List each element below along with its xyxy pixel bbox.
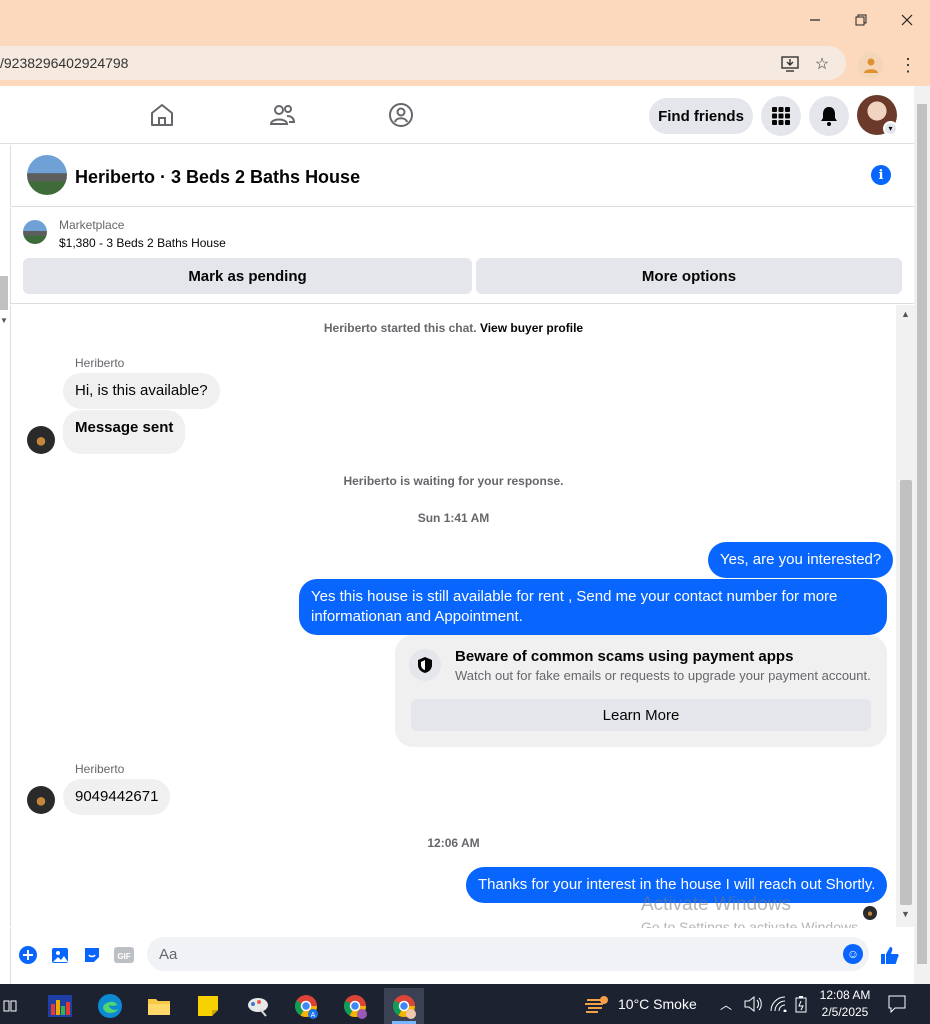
incoming-message[interactable]: Message sent xyxy=(63,410,186,454)
notification-center-icon[interactable] xyxy=(888,984,906,1024)
learn-more-button[interactable]: Learn More xyxy=(411,699,871,731)
message-input-container[interactable]: ☺ xyxy=(147,937,869,971)
scroll-down-arrow-icon[interactable]: ▼ xyxy=(901,909,910,919)
home-icon[interactable] xyxy=(147,100,177,130)
messages-scrollbar-thumb[interactable] xyxy=(900,480,912,905)
scam-warning-title: Beware of common scams using payment app… xyxy=(455,648,794,665)
chevron-down-icon[interactable]: ▾ xyxy=(883,121,898,136)
bell-icon xyxy=(821,107,837,126)
url-text[interactable]: /9238296402924798 xyxy=(0,55,128,71)
scam-warning-card: Beware of common scams using payment app… xyxy=(395,635,887,747)
waiting-notice: Heriberto is waiting for your response. xyxy=(343,474,564,488)
restore-button[interactable] xyxy=(838,0,884,40)
facebook-header: Find friends ▾ xyxy=(0,86,914,144)
more-options-button[interactable]: More options xyxy=(476,258,902,294)
emoji-icon[interactable]: ☺ xyxy=(843,944,863,964)
plus-icon[interactable] xyxy=(17,944,39,966)
page-scrollbar-thumb[interactable] xyxy=(917,104,927,964)
left-scrollbar-thumb[interactable] xyxy=(0,276,8,310)
listing-avatar[interactable] xyxy=(27,155,67,195)
thumbs-up-icon[interactable] xyxy=(879,944,901,966)
show-hidden-icons[interactable]: ︿ xyxy=(720,984,732,1024)
close-window-button[interactable] xyxy=(884,0,930,40)
system-clock[interactable]: 12:08 AM 2/5/2025 xyxy=(812,987,878,1021)
clock-date: 2/5/2025 xyxy=(821,1005,869,1019)
network-icon[interactable] xyxy=(770,984,788,1024)
menu-grid-button[interactable] xyxy=(761,96,801,136)
info-icon[interactable]: i xyxy=(871,165,891,185)
windows-taskbar: A 10°C Smoke ︿ 12:08 AM 2/5/2025 xyxy=(0,984,930,1024)
sticky-notes-icon[interactable] xyxy=(188,988,228,1024)
outgoing-message[interactable]: Yes this house is still available for re… xyxy=(299,579,887,635)
mark-as-pending-button[interactable]: Mark as pending xyxy=(23,258,472,294)
left-scrollbar[interactable]: ▼ xyxy=(0,260,10,330)
app-grid-icon[interactable] xyxy=(40,988,80,1024)
find-friends-button[interactable]: Find friends xyxy=(649,98,753,134)
snipping-tool-icon[interactable] xyxy=(238,988,278,1024)
photo-icon[interactable] xyxy=(49,944,71,966)
browser-profile-icon[interactable] xyxy=(858,52,884,78)
svg-text:A: A xyxy=(311,1012,316,1019)
message-thread: Heriberto started this chat. View buyer … xyxy=(10,305,914,927)
chrome-profile-b-icon[interactable] xyxy=(335,988,375,1024)
scroll-up-arrow-icon[interactable]: ▲ xyxy=(901,309,910,319)
minimize-button[interactable] xyxy=(792,0,838,40)
messages-scrollbar[interactable]: ▲ ▼ xyxy=(896,305,914,927)
chrome-active-icon[interactable] xyxy=(384,988,424,1024)
task-view-icon[interactable] xyxy=(0,988,20,1024)
browser-title-bar xyxy=(0,0,930,40)
sender-avatar[interactable] xyxy=(27,426,55,454)
clock-time: 12:08 AM xyxy=(819,988,871,1002)
weather-widget[interactable]: 10°C Smoke xyxy=(584,984,697,1024)
chrome-profile-a-icon[interactable]: A xyxy=(286,988,326,1024)
address-bar-row: /9238296402924798 ☆ ⋮ xyxy=(0,40,930,86)
sticker-icon[interactable] xyxy=(81,944,103,966)
chat-started-text: Heriberto started this chat. xyxy=(323,321,477,335)
minimize-icon xyxy=(810,19,820,21)
notifications-button[interactable] xyxy=(809,96,849,136)
activate-windows-watermark: Activate Windows xyxy=(641,894,791,915)
friends-icon[interactable] xyxy=(267,100,297,130)
volume-icon[interactable] xyxy=(744,984,762,1024)
chat-header: Heriberto · 3 Beds 2 Baths House i xyxy=(10,145,914,207)
listing-thumbnail[interactable] xyxy=(23,220,47,244)
outgoing-message[interactable]: Yes, are you interested? xyxy=(708,542,894,578)
grid-icon xyxy=(772,107,790,125)
message-input[interactable] xyxy=(147,937,837,971)
file-explorer-icon[interactable] xyxy=(139,988,179,1024)
weather-text: 10°C Smoke xyxy=(618,996,697,1012)
install-app-icon[interactable] xyxy=(780,54,800,74)
bookmark-star-icon[interactable]: ☆ xyxy=(812,54,832,74)
incoming-message[interactable]: Hi, is this available? xyxy=(63,373,220,409)
listing-price-title[interactable]: $1,380 - 3 Beds 2 Baths House xyxy=(59,236,226,250)
message-composer: GIF ☺ xyxy=(10,928,914,984)
chat-started-notice: Heriberto started this chat. View buyer … xyxy=(11,321,896,335)
scroll-down-arrow-icon[interactable]: ▼ xyxy=(0,316,8,325)
incoming-message[interactable]: 9049442671 xyxy=(63,779,171,815)
seen-indicator-avatar xyxy=(863,906,877,920)
scam-warning-subtitle: Watch out for fake emails or requests to… xyxy=(455,668,871,683)
groups-icon[interactable] xyxy=(386,100,416,130)
battery-icon[interactable] xyxy=(794,984,808,1024)
smoke-weather-icon xyxy=(585,996,608,1013)
shield-icon xyxy=(409,649,441,681)
timestamp: Sun 1:41 AM xyxy=(417,511,490,525)
restore-icon xyxy=(855,14,867,26)
browser-menu-icon[interactable]: ⋮ xyxy=(898,50,918,80)
sender-avatar[interactable] xyxy=(27,786,55,814)
sender-name: Heriberto xyxy=(75,762,125,776)
timestamp: 12:06 AM xyxy=(427,836,480,850)
sender-name: Heriberto xyxy=(75,356,125,370)
chat-title[interactable]: Heriberto · 3 Beds 2 Baths House xyxy=(75,167,360,188)
listing-category: Marketplace xyxy=(59,218,125,232)
view-buyer-profile-link[interactable]: View buyer profile xyxy=(480,321,583,335)
listing-panel: Marketplace $1,380 - 3 Beds 2 Baths Hous… xyxy=(10,208,914,304)
gif-icon[interactable]: GIF xyxy=(113,944,135,966)
edge-browser-icon[interactable] xyxy=(90,988,130,1024)
close-icon xyxy=(901,14,913,26)
page-scrollbar[interactable] xyxy=(914,86,930,984)
svg-text:GIF: GIF xyxy=(117,952,130,961)
address-bar[interactable]: /9238296402924798 ☆ xyxy=(0,46,846,80)
